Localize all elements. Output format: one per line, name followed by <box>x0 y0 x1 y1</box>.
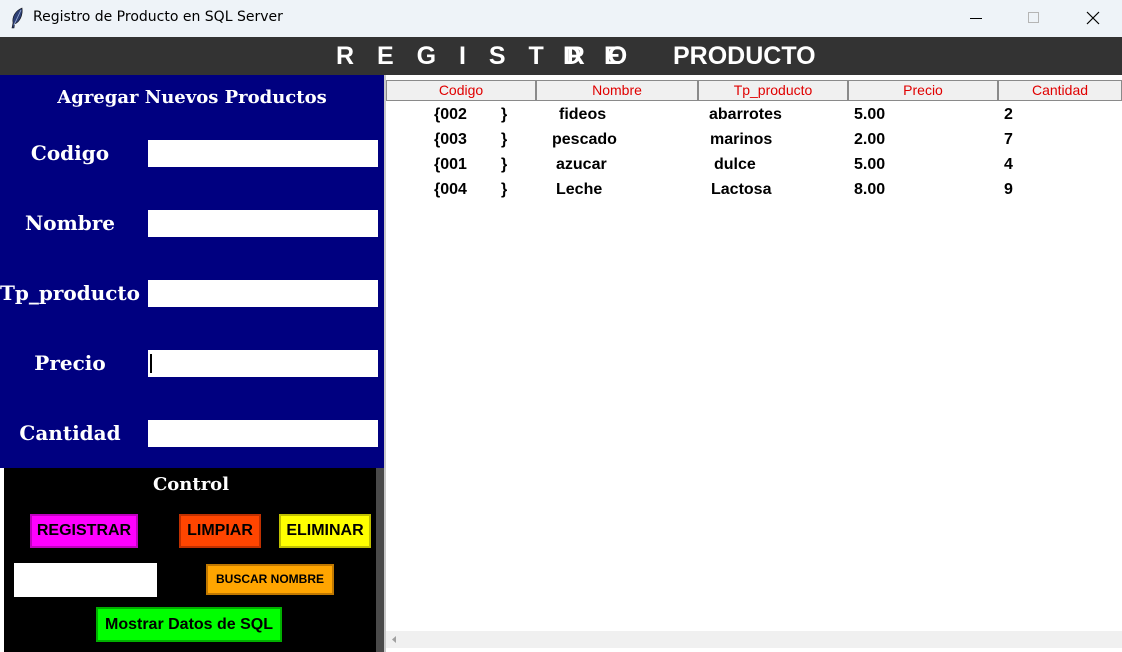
form-title: Agregar Nuevos Productos <box>57 87 327 108</box>
tp-producto-input[interactable] <box>148 280 378 307</box>
precio-input[interactable] <box>148 350 378 377</box>
cell-codigo: {004 <box>434 181 467 198</box>
control-title: Control <box>152 474 230 495</box>
cell-precio: 5.00 <box>854 156 886 173</box>
window-title: Registro de Producto en SQL Server <box>33 9 283 25</box>
cantidad-input[interactable] <box>148 420 378 447</box>
registrar-button[interactable]: REGISTRAR <box>30 514 138 548</box>
mostrar-datos-button[interactable]: Mostrar Datos de SQL <box>96 607 282 642</box>
heading-word-producto: PRODUCTO <box>673 42 816 70</box>
cell-codigo-brace: } <box>501 131 508 148</box>
nombre-input[interactable] <box>148 210 378 237</box>
column-header-nombre[interactable]: Nombre <box>536 80 698 101</box>
codigo-input[interactable] <box>148 140 378 167</box>
cell-nombre: fideos <box>559 106 607 123</box>
close-icon <box>1086 11 1100 25</box>
cell-tipo: Lactosa <box>711 181 772 198</box>
column-header-codigo[interactable]: Codigo <box>386 80 536 101</box>
label-precio: Precio <box>34 351 106 375</box>
cell-cantidad: 9 <box>1004 181 1013 198</box>
cell-codigo: {001 <box>434 156 467 173</box>
horizontal-scrollbar[interactable] <box>386 631 1122 648</box>
cell-codigo-brace: } <box>501 181 508 198</box>
limpiar-button[interactable]: LIMPIAR <box>179 514 261 548</box>
minimize-icon <box>970 18 982 19</box>
search-input[interactable] <box>14 563 157 597</box>
cell-precio: 5.00 <box>854 106 886 123</box>
cell-codigo-brace: } <box>501 106 508 123</box>
scroll-left-arrow-icon[interactable] <box>388 631 400 648</box>
form-panel: Agregar Nuevos Productos Codigo Nombre T… <box>0 75 384 468</box>
cell-codigo: {003 <box>434 131 467 148</box>
label-tp-producto: Tp_producto <box>0 281 141 305</box>
cell-precio: 8.00 <box>854 181 886 198</box>
label-codigo: Codigo <box>30 141 110 165</box>
cell-nombre: Leche <box>556 181 603 198</box>
label-nombre: Nombre <box>24 211 116 235</box>
cell-cantidad: 2 <box>1004 106 1013 123</box>
cell-nombre: azucar <box>556 156 607 173</box>
cell-codigo-brace: } <box>501 156 508 173</box>
cell-cantidad: 4 <box>1004 156 1013 173</box>
feather-icon <box>11 7 23 29</box>
cell-tipo: dulce <box>714 156 756 173</box>
close-button[interactable] <box>1070 0 1116 37</box>
cell-cantidad: 7 <box>1004 131 1013 148</box>
cell-nombre: pescado <box>552 131 617 148</box>
text-caret <box>150 354 152 373</box>
cell-tipo: abarrotes <box>709 106 782 123</box>
cell-tipo: marinos <box>710 131 773 148</box>
column-header-cantidad[interactable]: Cantidad <box>998 80 1122 101</box>
column-header-precio[interactable]: Precio <box>848 80 998 101</box>
cell-precio: 2.00 <box>854 131 886 148</box>
buscar-nombre-button[interactable]: BUSCAR NOMBRE <box>206 564 334 595</box>
heading-word-de: D E <box>563 42 629 70</box>
cell-codigo: {002 <box>434 106 467 123</box>
control-panel-edge <box>376 468 384 652</box>
eliminar-button[interactable]: ELIMINAR <box>279 514 371 548</box>
control-panel: Control REGISTRAR LIMPIAR ELIMINAR BUSCA… <box>4 468 376 652</box>
window-titlebar: Registro de Producto en SQL Server <box>0 0 1122 37</box>
heading-bar: R E G I S T R O D E PRODUCTO <box>0 37 1122 75</box>
column-header-tp-producto[interactable]: Tp_producto <box>698 80 848 101</box>
label-cantidad: Cantidad <box>19 421 121 445</box>
maximize-icon <box>1028 12 1039 23</box>
minimize-button[interactable] <box>953 0 999 37</box>
maximize-button[interactable] <box>1011 0 1057 37</box>
